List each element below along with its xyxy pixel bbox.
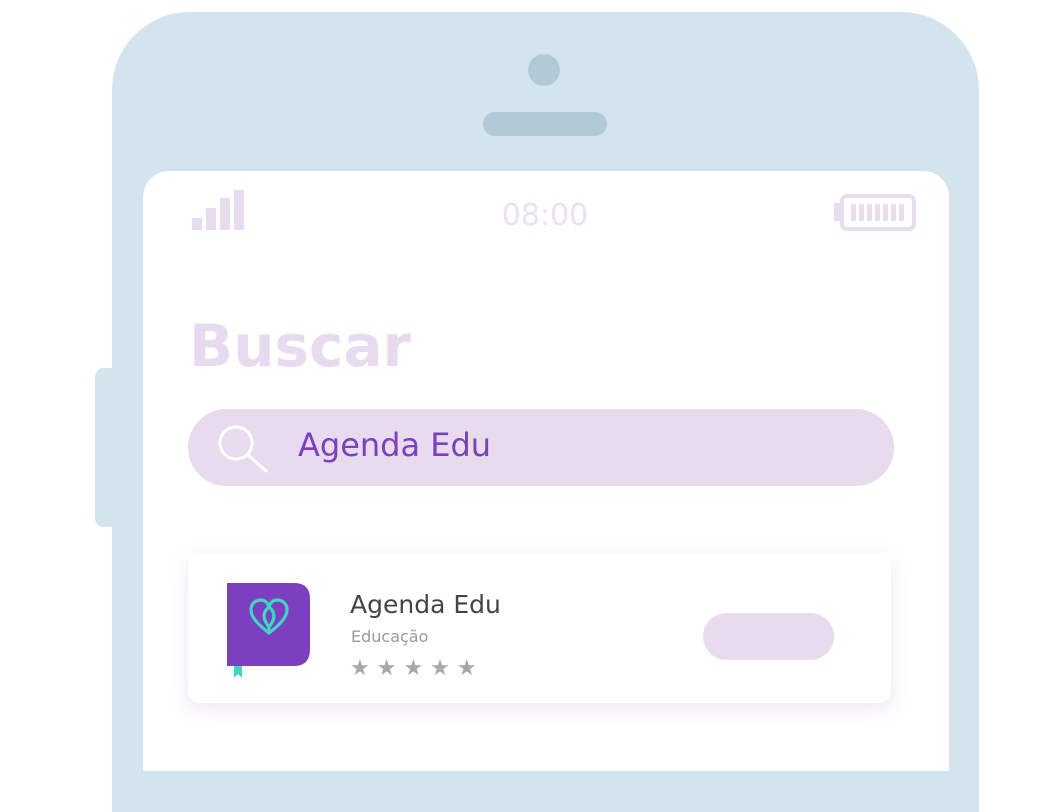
app-logo-icon[interactable] xyxy=(227,583,313,687)
page-title: Buscar xyxy=(189,312,412,380)
front-camera xyxy=(528,54,560,86)
star-rating: ★★★★★ xyxy=(350,656,484,681)
phone-side-button xyxy=(95,368,113,527)
app-category: Educação xyxy=(351,627,429,646)
search-icon[interactable] xyxy=(216,423,274,479)
status-time: 08:00 xyxy=(501,198,589,233)
battery-full-icon xyxy=(834,193,918,237)
get-app-button[interactable] xyxy=(703,613,834,660)
signal-bars-icon xyxy=(192,190,252,230)
search-input[interactable] xyxy=(188,409,894,486)
search-query-text[interactable]: Agenda Edu xyxy=(298,426,491,464)
app-name[interactable]: Agenda Edu xyxy=(350,590,501,619)
earpiece-speaker xyxy=(483,112,607,136)
